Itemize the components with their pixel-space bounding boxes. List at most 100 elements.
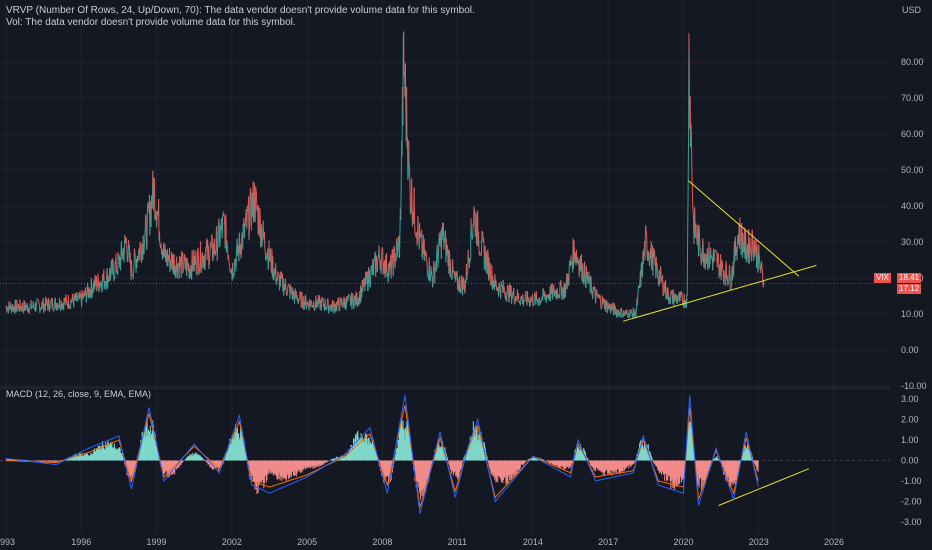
price-point [371,270,373,272]
price-point [564,288,567,290]
time-tick-label: 2020 [673,537,693,547]
vol-note: Vol: The data vendor doesn't provide vol… [6,17,296,28]
price-point [688,54,690,56]
price-point [552,291,554,293]
price-point [319,302,321,304]
macd-tick-label: 3.00 [901,394,919,404]
time-tick-label: 2008 [372,537,392,547]
price-point [403,57,405,60]
price-point [306,302,308,304]
price-point [223,223,225,225]
price-point [379,255,381,257]
price-point [246,223,248,225]
macd-tick-label: -2.00 [901,496,922,506]
price-point [758,259,760,261]
price-point [494,284,496,286]
price-point [707,255,710,257]
price-point [537,299,539,301]
price-point [431,277,434,279]
price-point [522,299,524,301]
axis-layer: -10.000.0010.0020.0030.0040.0050.0060.00… [0,57,927,547]
price-point [692,223,695,225]
price-point [30,306,32,308]
time-tick-label: 2002 [222,537,242,547]
other-price-badge: 17.12 [897,284,922,294]
price-point [399,241,401,243]
price-tick-label: -10.00 [901,381,927,391]
price-point [582,270,584,272]
price-point [700,248,702,250]
symbol-badge: VIX [874,273,891,283]
price-tick-label: 10.00 [901,309,924,319]
time-tick-label: 2005 [297,537,317,547]
price-point [738,230,740,232]
price-point [125,241,128,243]
chart-canvas[interactable]: -10.000.0010.0020.0030.0040.0050.0060.00… [0,0,932,550]
price-point [253,198,255,200]
time-tick-label: 1996 [71,537,91,547]
price-point [686,299,688,301]
price-point [5,306,7,308]
price-point [80,299,82,301]
price-point [753,241,755,243]
price-point [645,241,647,243]
price-point [730,277,732,279]
price-point [331,306,333,308]
price-point [163,255,165,257]
price-point [130,270,133,272]
time-tick-label: 2023 [749,537,769,547]
price-point [231,270,233,272]
price-point [464,284,466,286]
price-tick-label: 70.00 [901,93,924,103]
price-point [145,230,148,232]
price-tick-label: 80.00 [901,57,924,67]
price-point [55,302,57,304]
price-point [667,295,670,297]
price-point [573,248,575,250]
macd-tick-label: 2.00 [901,415,919,425]
price-tick-label: 30.00 [901,237,924,247]
price-point [479,241,481,243]
time-tick-label: 2026 [824,537,844,547]
price-point [293,295,296,297]
price-point [93,284,95,286]
vrvp-note: VRVP (Number Of Rows, 24, Up/Down, 70): … [6,5,475,16]
time-tick-label: 2014 [523,537,543,547]
price-point [595,295,597,297]
price-point [118,263,120,265]
price-point [409,187,411,189]
price-point [188,266,190,268]
chart-root: -10.000.0010.0020.0030.0040.0050.0060.00… [0,0,932,550]
macd-tick-label: 1.00 [901,435,919,445]
price-point [153,187,155,189]
price-tick-label: 0.00 [901,345,919,355]
time-tick-label: 993 [0,537,15,547]
price-layer [5,31,765,319]
price-point [507,291,509,293]
price-point [723,270,725,272]
price-point [356,299,358,301]
price-point [201,255,203,257]
price-point [656,270,658,272]
price-point [105,277,107,279]
macd-tick-label: 0.00 [901,456,919,466]
price-point [635,313,637,315]
price-point [441,234,444,236]
macd-tick-label: -1.00 [901,476,922,486]
macd-title: MACD (12, 26, close, 9, EMA, EMA) [6,389,152,399]
time-tick-label: 2011 [448,537,467,547]
price-point [473,212,475,214]
time-tick-label: 2017 [598,537,618,547]
price-point [213,248,215,250]
price-point [389,270,391,272]
price-point [607,306,609,308]
price-point [176,263,178,265]
price-point [680,299,682,301]
price-point [745,248,747,250]
price-point [276,277,278,279]
price-point [419,241,421,243]
price-point [715,259,717,261]
price-point [454,281,456,283]
macd-tick-label: -3.00 [901,517,922,527]
price-point [622,313,624,315]
